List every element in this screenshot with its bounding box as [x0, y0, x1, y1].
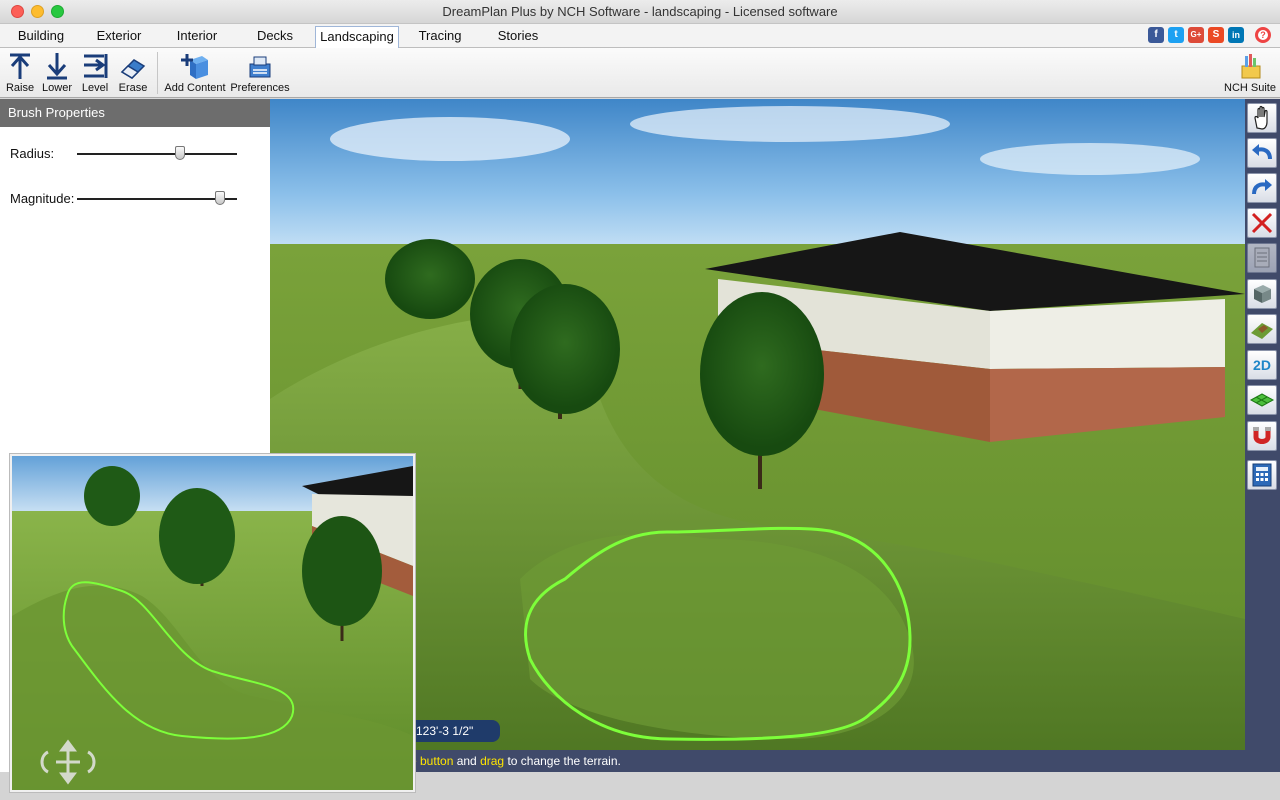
tab-stories[interactable]: Stories: [488, 26, 548, 48]
stumbleupon-icon[interactable]: S: [1208, 27, 1224, 43]
house-siding-front: [990, 299, 1225, 369]
tab-building[interactable]: Building: [8, 26, 74, 48]
undo-button[interactable]: [1247, 138, 1277, 168]
status-highlight-button: e button: [410, 754, 454, 768]
tab-tracing[interactable]: Tracing: [410, 26, 470, 48]
raise-button[interactable]: Raise: [4, 52, 36, 96]
eraser-icon: [120, 59, 146, 79]
google-plus-icon[interactable]: G+: [1188, 27, 1204, 43]
tab-exterior[interactable]: Exterior: [88, 26, 150, 48]
2d-view-button[interactable]: 2D: [1247, 350, 1277, 380]
panel-title: Brush Properties: [0, 99, 270, 127]
copy-button[interactable]: [1247, 243, 1277, 273]
toolbar-separator: [157, 52, 158, 94]
nch-suite-button[interactable]: NCH Suite: [1222, 52, 1278, 96]
redo-icon: [1252, 179, 1272, 195]
preferences-label: Preferences: [230, 82, 290, 94]
facebook-icon[interactable]: f: [1148, 27, 1164, 43]
twitter-icon[interactable]: t: [1168, 27, 1184, 43]
tab-bar: Building Exterior Interior Decks Landsca…: [0, 24, 1280, 49]
lower-button[interactable]: Lower: [40, 52, 74, 96]
3d-object-button[interactable]: [1247, 279, 1277, 309]
radius-slider[interactable]: [77, 146, 237, 160]
status-text-suffix: to change the terrain.: [504, 754, 621, 768]
level-label: Level: [81, 82, 109, 94]
help-icon[interactable]: ?: [1255, 27, 1271, 43]
terrain-scene[interactable]: [270, 99, 1245, 750]
inset-preview: [10, 454, 415, 792]
erase-button[interactable]: Erase: [116, 52, 150, 96]
magnitude-slider[interactable]: [77, 191, 237, 205]
radius-slider-thumb[interactable]: [175, 146, 185, 160]
preferences-icon: [249, 56, 271, 78]
hand-icon: [1254, 105, 1268, 130]
title-bar: DreamPlan Plus by NCH Software - landsca…: [0, 0, 1280, 24]
preferences-button[interactable]: Preferences: [230, 52, 290, 96]
erase-label: Erase: [118, 82, 148, 94]
status-text-and: and: [453, 754, 481, 768]
right-tool-strip: 2D: [1245, 99, 1280, 772]
raise-icon: [10, 53, 30, 79]
grid-icon: [1249, 393, 1275, 407]
grid-button[interactable]: [1247, 385, 1277, 415]
terrain-view-button[interactable]: [1247, 314, 1277, 344]
undo-icon: [1252, 144, 1272, 160]
magnitude-label: Magnitude:: [10, 191, 75, 206]
cloud: [330, 117, 570, 161]
tree: [700, 292, 824, 456]
raise-label: Raise: [5, 82, 35, 94]
tab-decks[interactable]: Decks: [248, 26, 302, 48]
status-bar: e button and drag to change the terrain.: [270, 750, 1245, 772]
magnet-icon: [1253, 427, 1271, 444]
terrain-icon: [1251, 323, 1273, 339]
2d-view-label: 2D: [1253, 357, 1271, 373]
nch-suite-icon: [1241, 54, 1261, 79]
pan-tool-button[interactable]: [1247, 103, 1277, 133]
lower-label: Lower: [42, 82, 72, 94]
coordinate-readout: 123'-3 1/2": [408, 720, 500, 742]
tab-interior[interactable]: Interior: [168, 26, 226, 48]
redo-button[interactable]: [1247, 173, 1277, 203]
magnitude-slider-thumb[interactable]: [215, 191, 225, 205]
cloud: [980, 143, 1200, 175]
3d-viewport[interactable]: [270, 99, 1245, 750]
status-highlight-drag: drag: [480, 754, 505, 768]
toolbar: Raise Lower Level Erase Add Content Pref…: [0, 48, 1280, 98]
add-content-icon: [181, 54, 208, 79]
copy-icon: [1254, 247, 1270, 268]
level-button[interactable]: Level: [78, 52, 112, 96]
calculator-icon: [1252, 463, 1272, 487]
radius-label: Radius:: [10, 146, 55, 161]
lower-icon: [47, 53, 67, 80]
calculator-button[interactable]: [1247, 460, 1277, 490]
cloud: [630, 106, 950, 142]
snap-button[interactable]: [1247, 421, 1277, 451]
inset-terrain-scene: [12, 456, 413, 790]
window-title: DreamPlan Plus by NCH Software - landsca…: [442, 4, 838, 19]
level-icon: [84, 54, 108, 78]
tree: [385, 239, 475, 319]
tree: [510, 284, 620, 414]
add-content-button[interactable]: Add Content: [162, 52, 228, 96]
delete-button[interactable]: [1247, 208, 1277, 238]
tab-landscaping[interactable]: Landscaping: [315, 26, 399, 49]
add-content-label: Add Content: [164, 82, 226, 94]
delete-icon: [1251, 212, 1273, 234]
nch-suite-label: NCH Suite: [1224, 82, 1276, 94]
2d-view-icon: 2D: [1253, 357, 1271, 373]
linkedin-icon[interactable]: in: [1228, 27, 1244, 43]
box-icon: [1254, 285, 1271, 303]
